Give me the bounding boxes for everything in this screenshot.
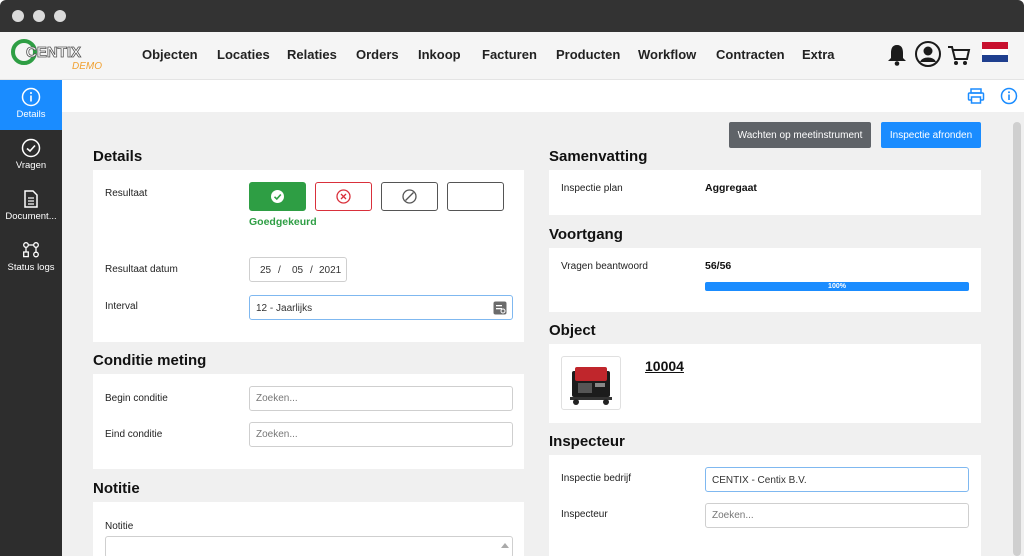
object-number-link[interactable]: 10004: [645, 358, 684, 374]
company-field[interactable]: CENTIX - Centix B.V.: [705, 467, 969, 492]
sidebar-item-vragen[interactable]: Vragen: [0, 131, 62, 181]
generator-image: [570, 367, 612, 405]
inspector-input[interactable]: [705, 503, 969, 528]
window-dot-maximize[interactable]: [54, 10, 66, 22]
notes-title: Notitie: [93, 480, 140, 497]
company-label: Inspectie bedrijf: [561, 473, 632, 484]
toolstrip: [62, 80, 1024, 112]
result-label: Resultaat: [105, 188, 148, 199]
answered-value: 56/56: [705, 260, 732, 272]
nav-producten[interactable]: Producten: [556, 47, 620, 62]
date-month: 05: [292, 265, 304, 276]
object-image[interactable]: [561, 356, 621, 410]
nav-orders[interactable]: Orders: [356, 47, 399, 62]
print-icon[interactable]: [967, 87, 985, 105]
finish-inspection-button[interactable]: Inspectie afronden: [881, 122, 981, 148]
top-navigation: CENTIX DEMO Objecten Locaties Relaties O…: [0, 32, 1024, 80]
sidebar-item-details[interactable]: Details: [0, 80, 62, 130]
nav-locaties[interactable]: Locaties: [217, 47, 270, 62]
nav-contracten[interactable]: Contracten: [716, 47, 785, 62]
progress-title: Voortgang: [549, 226, 623, 243]
nav-objecten[interactable]: Objecten: [142, 47, 198, 62]
centix-logo[interactable]: CENTIX DEMO: [10, 38, 115, 74]
sidebar-item-label: Details: [16, 109, 46, 120]
notes-label: Notitie: [105, 521, 134, 532]
page-scrollbar[interactable]: [1013, 122, 1021, 556]
nav-facturen[interactable]: Facturen: [482, 47, 537, 62]
sidebar-item-label: Document...: [5, 211, 57, 222]
nav-relaties[interactable]: Relaties: [287, 47, 337, 62]
sidebar-item-label: Status logs: [7, 262, 55, 273]
result-status-text: Goedgekeurd: [249, 216, 317, 228]
interval-label: Interval: [105, 301, 138, 312]
info-icon: [21, 87, 41, 107]
sidebar: Details Vragen Document... Status logs: [0, 80, 62, 556]
date-day: 25: [260, 265, 272, 276]
wait-for-instrument-button[interactable]: Wachten op meetinstrument: [729, 122, 871, 148]
document-icon: [24, 190, 38, 208]
company-value: CENTIX - Centix B.V.: [712, 475, 807, 486]
info-icon[interactable]: [1000, 87, 1018, 105]
sidebar-item-label: Vragen: [15, 160, 47, 171]
inspector-label: Inspecteur: [561, 509, 608, 520]
nav-extra[interactable]: Extra: [802, 47, 835, 62]
nav-workflow[interactable]: Workflow: [638, 47, 696, 62]
window-dot-close[interactable]: [12, 10, 24, 22]
progress-card: Vragen beantwoord 56/56: [549, 248, 981, 312]
bell-icon[interactable]: [884, 40, 912, 68]
sidebar-item-status-logs[interactable]: Status logs: [0, 233, 62, 283]
result-empty-button[interactable]: [447, 182, 504, 211]
date-separator: /: [278, 265, 281, 276]
result-date-label: Resultaat datum: [105, 264, 178, 275]
nav-inkoop[interactable]: Inkoop: [418, 47, 461, 62]
result-approved-button[interactable]: [249, 182, 306, 211]
app-window: CENTIX DEMO Objecten Locaties Relaties O…: [0, 0, 1024, 556]
result-rejected-button[interactable]: [315, 182, 372, 211]
notes-textarea[interactable]: [105, 536, 513, 556]
object-card: 10004: [549, 344, 981, 423]
window-dot-minimize[interactable]: [33, 10, 45, 22]
condition-title: Conditie meting: [93, 352, 207, 369]
progress-bar: 100%: [705, 282, 969, 291]
flag-nl-icon[interactable]: [982, 42, 1010, 70]
inspector-title: Inspecteur: [549, 433, 625, 450]
plan-label: Inspectie plan: [561, 183, 623, 194]
lookup-icon[interactable]: [493, 301, 507, 318]
scroll-up-arrow-icon[interactable]: [501, 540, 509, 551]
date-year: 2021: [319, 265, 342, 276]
begin-condition-label: Begin conditie: [105, 393, 168, 404]
check-circle-icon: [21, 138, 41, 158]
begin-condition-input[interactable]: [249, 386, 513, 411]
result-not-applicable-button[interactable]: [381, 182, 438, 211]
progress-percent: 100%: [828, 283, 846, 290]
cart-icon[interactable]: [946, 40, 974, 68]
window-titlebar: [0, 0, 1024, 32]
summary-title: Samenvatting: [549, 148, 648, 165]
summary-card: Inspectie plan Aggregaat: [549, 170, 981, 215]
check-icon: [271, 190, 284, 203]
end-condition-input[interactable]: [249, 422, 513, 447]
user-icon[interactable]: [914, 40, 942, 68]
date-separator: /: [310, 265, 313, 276]
svg-text:DEMO: DEMO: [72, 61, 102, 72]
plan-value: Aggregaat: [705, 182, 757, 194]
x-circle-icon: [336, 189, 351, 204]
sidebar-item-documenten[interactable]: Document...: [0, 182, 62, 232]
object-title: Object: [549, 322, 596, 339]
interval-field[interactable]: 12 - Jaarlijks: [249, 295, 513, 320]
svg-text:CENTIX: CENTIX: [26, 44, 81, 61]
end-condition-label: Eind conditie: [105, 429, 163, 440]
status-flow-icon: [23, 242, 39, 258]
details-title: Details: [93, 148, 143, 165]
answered-label: Vragen beantwoord: [561, 261, 648, 272]
interval-value: 12 - Jaarlijks: [256, 303, 313, 314]
ban-icon: [402, 189, 417, 204]
result-date-field[interactable]: 25 / 05 / 2021: [249, 257, 347, 282]
